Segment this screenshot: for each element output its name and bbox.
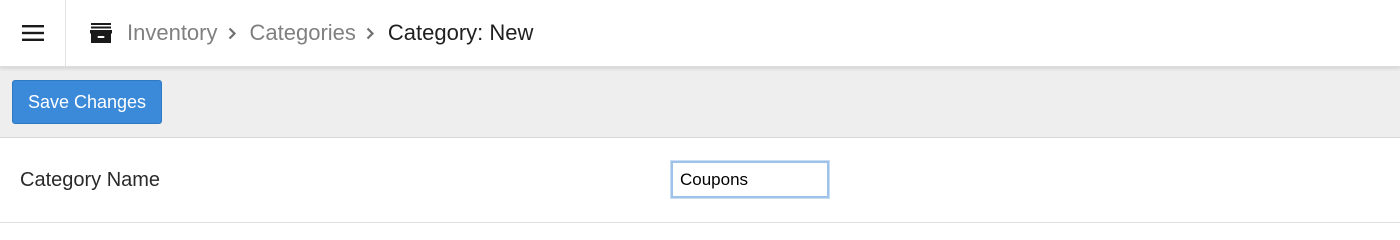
chevron-right-icon xyxy=(366,26,376,40)
chevron-right-icon xyxy=(228,26,238,40)
breadcrumb-link-inventory[interactable]: Inventory xyxy=(127,20,218,46)
category-name-input[interactable] xyxy=(670,160,830,199)
save-changes-button[interactable]: Save Changes xyxy=(12,80,162,124)
archive-box-icon xyxy=(90,22,112,44)
breadcrumb: Inventory Categories Category: New xyxy=(90,0,533,66)
category-name-label: Category Name xyxy=(20,169,161,191)
top-header: Inventory Categories Category: New xyxy=(0,0,1400,67)
menu-button[interactable] xyxy=(0,0,66,66)
breadcrumb-current-page: Category: New xyxy=(387,20,534,45)
hamburger-menu-icon xyxy=(21,24,44,42)
form-row-category-name: Category Name xyxy=(0,138,1400,223)
breadcrumb-link-categories[interactable]: Categories xyxy=(250,20,356,46)
action-toolbar: Save Changes xyxy=(0,67,1400,138)
